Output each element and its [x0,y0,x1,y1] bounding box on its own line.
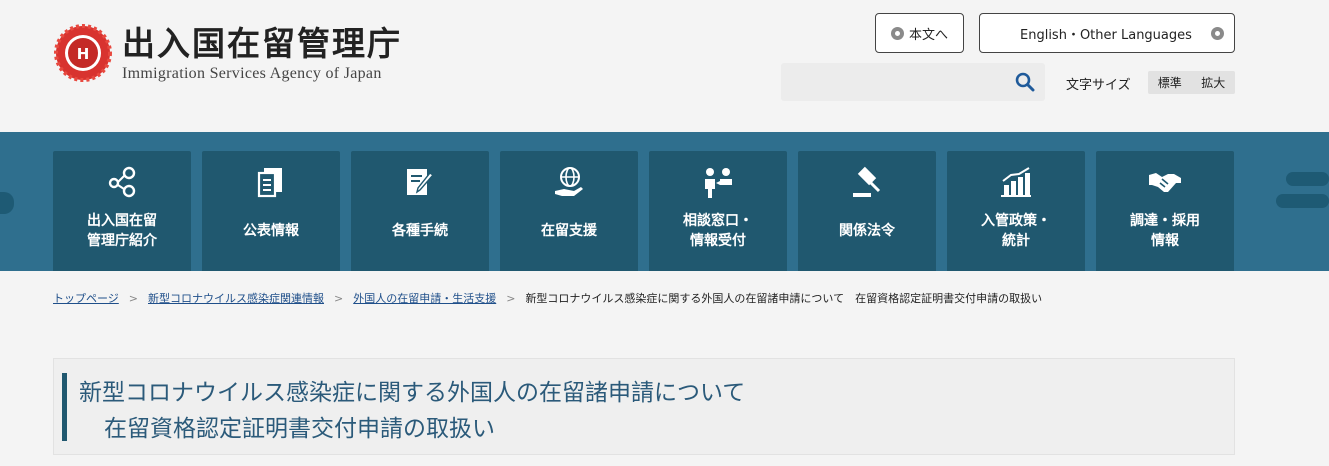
form-pen-icon [407,169,435,195]
circle-arrow-icon [1211,27,1224,40]
nav-item-procurement-recruitment[interactable]: 調達・採用 情報 [1096,151,1234,271]
breadcrumb-link-residence-support[interactable]: 外国人の在留申請・生活支援 [353,290,496,306]
search-icon[interactable] [1015,72,1035,92]
consultation-people-icon [705,168,732,198]
nav-item-policy-statistics[interactable]: 入管政策・ 統計 [947,151,1085,271]
language-label: English・Other Languages [1020,27,1192,43]
documents-icon [257,168,282,198]
global-nav: 出入国在留 管理庁紹介 公表情報 各種手続 在留支援 相談窓口・ 情報受付 関係… [0,132,1329,271]
circle-arrow-icon [890,26,904,40]
breadcrumb-link-top[interactable]: トップページ [53,290,119,306]
globe-hand-icon [555,167,583,196]
breadcrumb: トップページ > 新型コロナウイルス感染症関連情報 > 外国人の在留申請・生活支… [53,290,1042,306]
font-size-selector: 標準 拡大 [1148,71,1235,94]
page-title: 新型コロナウイルス感染症に関する外国人の在留諸申請について [79,380,746,406]
font-size-label: 文字サイズ [1066,78,1131,93]
page-subtitle: 在留資格認定証明書交付申請の取扱い [104,416,495,442]
language-button[interactable]: English・Other Languages [979,13,1235,53]
chevron-right-icon: > [334,291,344,305]
nav-item-label: 公表情報 [243,223,299,239]
font-size-large-button[interactable]: 拡大 [1201,74,1225,91]
agency-emblem-icon: H [54,24,112,82]
page-title-box: 新型コロナウイルス感染症に関する外国人の在留諸申請について 在留資格認定証明書交… [53,358,1235,455]
skip-label: 本文へ [908,27,948,43]
breadcrumb-current: 新型コロナウイルス感染症に関する外国人の在留諸申請について 在留資格認定証明書交… [525,292,1043,305]
nav-item-label: 入管政策・ 統計 [981,213,1051,249]
nav-item-label: 各種手続 [392,223,448,239]
nav-item-consultation[interactable]: 相談窓口・ 情報受付 [649,151,787,271]
search-input[interactable] [781,63,1045,101]
nav-item-label: 関係法令 [839,223,895,239]
nav-item-laws[interactable]: 関係法令 [798,151,936,271]
site-subtitle: Immigration Services Agency of Japan [122,65,382,82]
site-header: H 出入国在留管理庁 Immigration Services Agency o… [0,0,1329,132]
decorative-shape [1276,172,1329,208]
nav-item-label: 出入国在留 管理庁紹介 [87,213,157,249]
site-logo[interactable]: H 出入国在留管理庁 Immigration Services Agency o… [54,24,402,83]
nav-item-residence-support[interactable]: 在留支援 [500,151,638,271]
chevron-right-icon: > [506,291,516,305]
svg-text:H: H [77,45,90,63]
skip-to-content-button[interactable]: 本文へ [875,13,964,53]
nav-item-label: 相談窓口・ 情報受付 [683,213,753,249]
people-network-icon [108,166,136,198]
breadcrumb-link-covid[interactable]: 新型コロナウイルス感染症関連情報 [148,290,324,306]
font-size-standard-button[interactable]: 標準 [1158,74,1182,91]
title-accent-bar [62,373,67,441]
nav-item-publications[interactable]: 公表情報 [202,151,340,271]
site-title: 出入国在留管理庁 [122,24,402,63]
handshake-icon [1149,173,1181,192]
gavel-icon [853,166,881,197]
bar-chart-icon [1001,167,1031,197]
decorative-shape [0,192,14,214]
nav-item-label: 在留支援 [541,223,597,239]
nav-item-procedures[interactable]: 各種手続 [351,151,489,271]
nav-item-label: 調達・採用 情報 [1130,213,1200,249]
nav-item-about[interactable]: 出入国在留 管理庁紹介 [53,151,191,271]
chevron-right-icon: > [128,291,138,305]
